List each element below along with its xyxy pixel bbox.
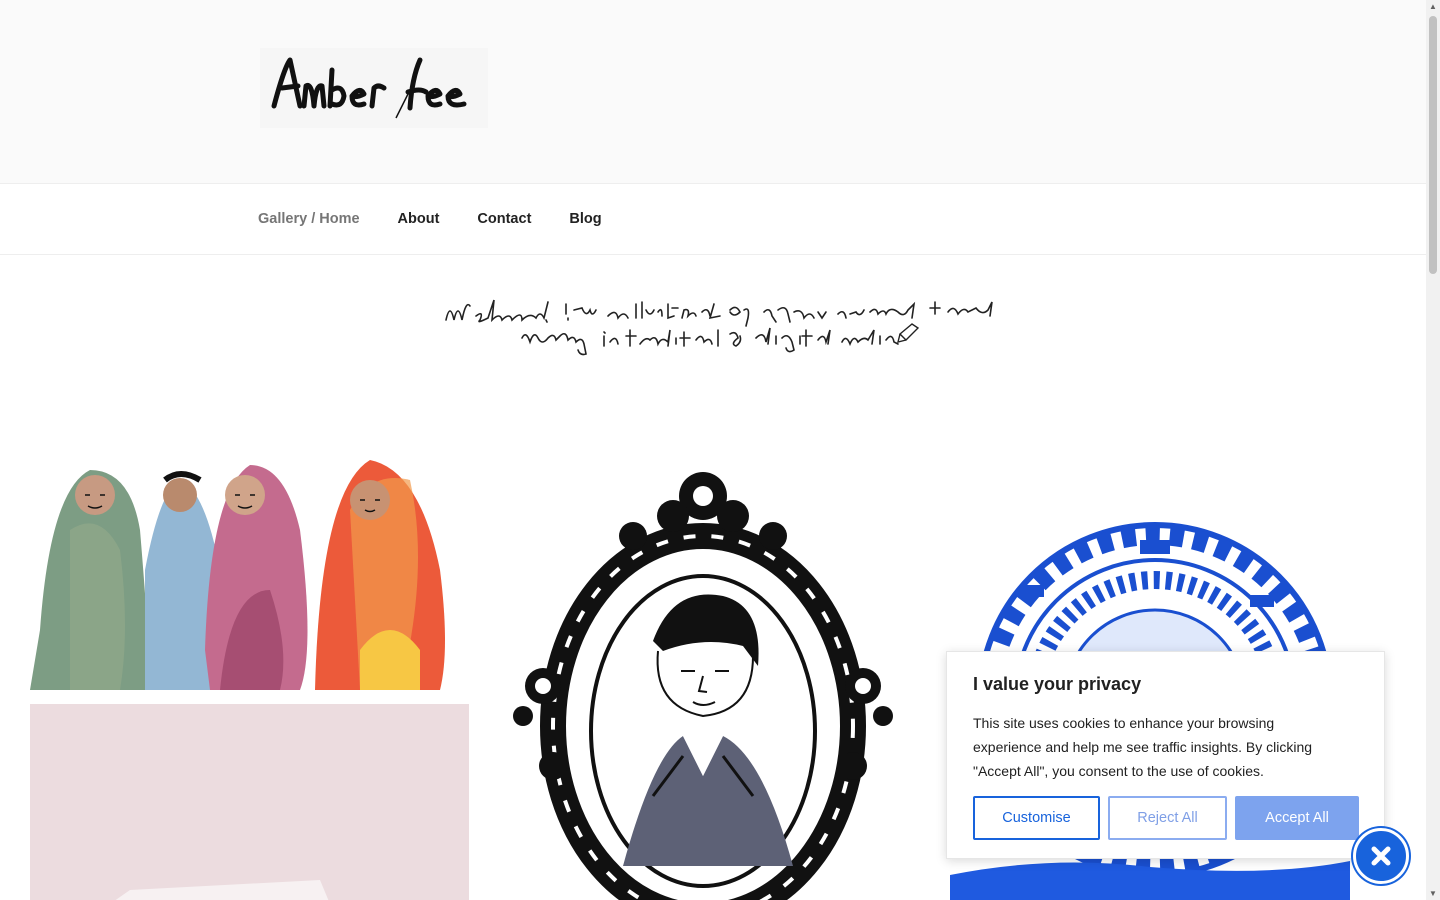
cookie-consent-banner: I value your privacy This site uses cook… (946, 651, 1385, 859)
cookie-close-icon (1371, 846, 1391, 866)
cookie-banner-title: I value your privacy (973, 674, 1142, 694)
cookie-button-group: Customise Reject All Accept All (973, 796, 1359, 840)
welcome-handwritten-image (440, 290, 1000, 360)
site-logo[interactable] (260, 48, 488, 128)
nav-item-contact[interactable]: Contact (477, 211, 531, 227)
cookie-banner-description: This site uses cookies to enhance your b… (973, 715, 1313, 779)
nav-item-gallery-home[interactable]: Gallery / Home (258, 211, 360, 227)
scroll-down-arrow-icon[interactable]: ▼ (1428, 889, 1438, 898)
scroll-up-arrow-icon[interactable]: ▲ (1428, 2, 1438, 11)
nav-item-about[interactable]: About (398, 211, 440, 227)
accept-all-button[interactable]: Accept All (1235, 796, 1359, 840)
main-navigation: Gallery / Home About Contact Blog (0, 184, 1426, 255)
scrollbar-thumb[interactable] (1429, 16, 1437, 274)
cookie-revisit-button[interactable] (1353, 828, 1409, 884)
gallery-image-rajasthani-women[interactable] (30, 450, 469, 690)
pencil-icon (897, 323, 920, 343)
logo-signature-icon (271, 57, 467, 119)
reject-all-button[interactable]: Reject All (1108, 796, 1227, 840)
gallery-image-ornate-frame-portrait[interactable] (503, 466, 903, 900)
site-header (0, 0, 1426, 184)
page-scrollbar[interactable]: ▲ ▼ (1426, 0, 1440, 900)
gallery-image-pink-card[interactable] (30, 704, 469, 900)
customise-button[interactable]: Customise (973, 796, 1100, 840)
nav-item-blog[interactable]: Blog (569, 211, 601, 227)
